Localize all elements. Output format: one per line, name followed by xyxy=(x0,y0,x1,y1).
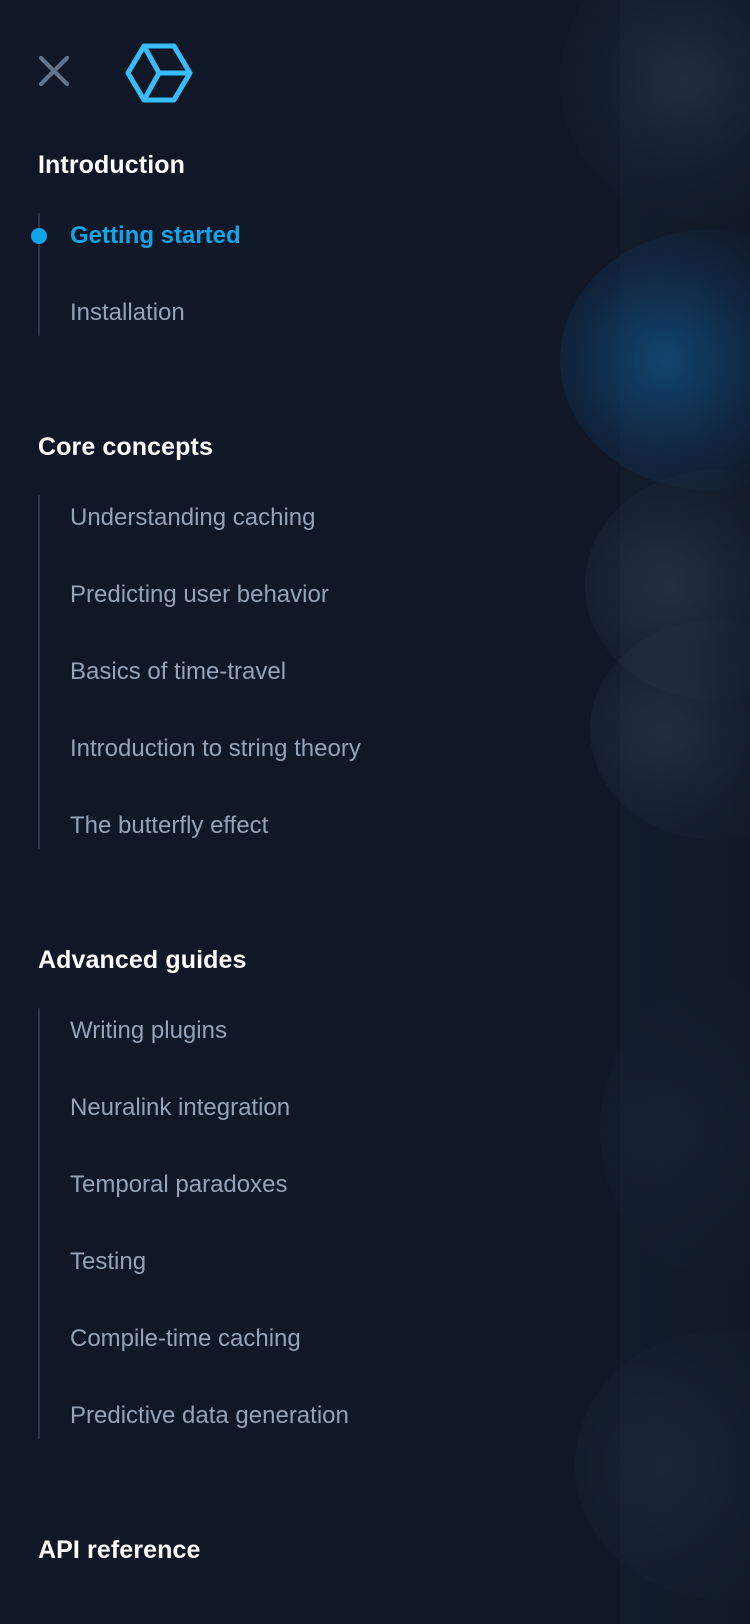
sidebar-item-basics-of-time-travel[interactable]: Basics of time-travel xyxy=(0,649,750,695)
sidebar-item-label: Predictive data generation xyxy=(70,1402,349,1429)
nav-group-list: Getting started Installation xyxy=(0,213,750,336)
nav-group-title: API reference xyxy=(38,1536,201,1564)
sidebar-item-installation[interactable]: Installation xyxy=(0,290,750,336)
nav-group-list: Writing plugins Neuralink integration Te… xyxy=(0,1008,750,1439)
sidebar-item-compile-time-caching[interactable]: Compile-time caching xyxy=(0,1316,750,1362)
sidebar-item-label: Introduction to string theory xyxy=(70,735,361,762)
panel-header xyxy=(0,0,750,150)
sidebar-item-label: Neuralink integration xyxy=(70,1094,291,1121)
sidebar-item-label: Getting started xyxy=(70,222,241,249)
navigation-panel: Introduction Getting started Installatio… xyxy=(0,0,750,1624)
nav-group-title: Advanced guides xyxy=(38,946,247,974)
sidebar-item-label: Writing plugins xyxy=(70,1017,227,1044)
nav-group-title: Core concepts xyxy=(38,433,213,461)
sidebar-item-neuralink-integration[interactable]: Neuralink integration xyxy=(0,1085,750,1131)
sidebar-item-getting-started[interactable]: Getting started xyxy=(0,213,750,259)
sidebar-item-writing-plugins[interactable]: Writing plugins xyxy=(0,1008,750,1054)
close-navigation-button[interactable] xyxy=(30,47,78,95)
sidebar-navigation: Introduction Getting started Installatio… xyxy=(0,150,750,1565)
nav-group-title: Introduction xyxy=(38,151,186,179)
sidebar-item-testing[interactable]: Testing xyxy=(0,1239,750,1285)
sidebar-item-introduction-to-string-theory[interactable]: Introduction to string theory xyxy=(0,726,750,772)
sidebar-item-label: The butterfly effect xyxy=(70,812,269,839)
sidebar-item-label: Testing xyxy=(70,1248,147,1275)
sidebar-item-understanding-caching[interactable]: Understanding caching xyxy=(0,495,750,541)
sidebar-item-temporal-paradoxes[interactable]: Temporal paradoxes xyxy=(0,1162,750,1208)
nav-group-api-reference: API reference xyxy=(0,1535,750,1565)
cube-logo-icon xyxy=(124,42,194,104)
nav-group-introduction: Introduction Getting started Installatio… xyxy=(0,150,750,336)
sidebar-item-label: Basics of time-travel xyxy=(70,658,287,685)
nav-group-list: Understanding caching Predicting user be… xyxy=(0,495,750,849)
sidebar-item-the-butterfly-effect[interactable]: The butterfly effect xyxy=(0,803,750,849)
sidebar-item-label: Understanding caching xyxy=(70,504,316,531)
nav-group-advanced-guides: Advanced guides Writing plugins Neuralin… xyxy=(0,945,750,1439)
sidebar-item-predictive-data-generation[interactable]: Predictive data generation xyxy=(0,1393,750,1439)
sidebar-item-label: Temporal paradoxes xyxy=(70,1171,288,1198)
sidebar-item-label: Installation xyxy=(70,299,185,326)
nav-group-core-concepts: Core concepts Understanding caching Pred… xyxy=(0,432,750,849)
brand-logo[interactable] xyxy=(124,42,194,104)
close-icon xyxy=(37,54,71,88)
sidebar-item-predicting-user-behavior[interactable]: Predicting user behavior xyxy=(0,572,750,618)
sidebar-item-label: Compile-time caching xyxy=(70,1325,301,1352)
sidebar-item-label: Predicting user behavior xyxy=(70,581,329,608)
